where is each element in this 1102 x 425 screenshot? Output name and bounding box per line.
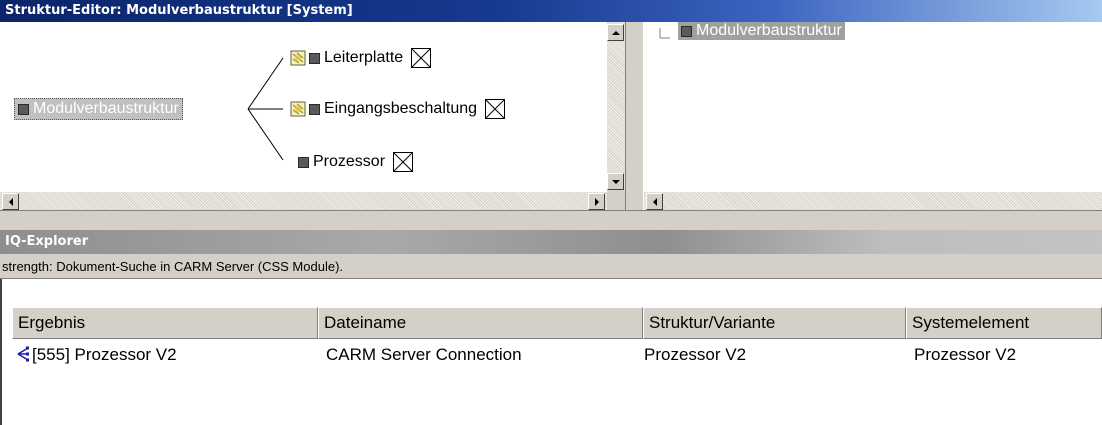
x-box-icon[interactable] [393, 152, 414, 172]
x-box-icon[interactable] [411, 48, 432, 68]
column-header-ergebnis[interactable]: Ergebnis [12, 307, 318, 339]
pane-splitter[interactable] [625, 22, 644, 228]
arrow-right-icon [594, 197, 599, 206]
document-icon [290, 101, 306, 117]
gray-square-icon [681, 25, 692, 37]
arrow-left-icon [8, 197, 13, 206]
list-item-label: Modulverbaustruktur [696, 22, 842, 39]
scroll-right-button[interactable] [588, 193, 605, 210]
column-header-dateiname[interactable]: Dateiname [318, 307, 643, 339]
column-header-systemelement[interactable]: Systemelement [906, 307, 1102, 339]
cell-systemelement[interactable]: Prozessor V2 [914, 342, 1100, 368]
arrow-down-icon [611, 179, 620, 184]
tree-node-prozessor[interactable]: Prozessor [298, 152, 414, 172]
column-header-struktur-variante[interactable]: Struktur/Variante [643, 307, 906, 339]
tree-hierarchy-icon [17, 346, 29, 362]
scroll-corner [607, 190, 625, 210]
list-horizontal-scrollbar[interactable] [644, 192, 1102, 210]
iq-explorer-title: IQ-Explorer [0, 230, 1102, 254]
tree-node-label: Leiterplatte [324, 49, 404, 66]
gray-square-icon [309, 52, 320, 64]
tree-node-eingangsbeschaltung[interactable]: Eingangsbeschaltung [290, 99, 506, 119]
tree-node-label: Prozessor [313, 153, 386, 170]
list-item-modulverbaustruktur[interactable]: Modulverbaustruktur [678, 22, 845, 40]
arrow-left-icon [652, 197, 657, 206]
tree-vertical-scrollbar[interactable] [607, 22, 625, 190]
arrow-up-icon [611, 30, 620, 35]
scroll-left-button[interactable] [646, 193, 663, 210]
tree-node-leiterplatte[interactable]: Leiterplatte [290, 48, 432, 68]
scroll-down-button[interactable] [607, 173, 624, 190]
tree-pane[interactable]: Modulverbaustruktur Leiterplatte Eingang… [0, 22, 625, 228]
tree-node-label: Eingangsbeschaltung [324, 100, 478, 117]
cell-dateiname[interactable]: CARM Server Connection [326, 342, 641, 368]
x-box-icon[interactable] [485, 99, 506, 119]
tree-horizontal-scrollbar[interactable] [0, 192, 607, 210]
pane-bottom-border [0, 210, 1102, 230]
connector-prozessor [247, 108, 284, 161]
search-status-text: strength: Dokument-Suche in CARM Server … [0, 254, 1102, 279]
cell-ergebnis[interactable]: [555] Prozessor V2 [32, 342, 316, 368]
tree-root-label: Modulverbaustruktur [33, 100, 179, 117]
connector-leiterplatte [247, 57, 284, 110]
scroll-left-button[interactable] [2, 193, 19, 210]
scroll-up-button[interactable] [607, 24, 624, 41]
document-icon [290, 50, 306, 66]
gray-square-icon [18, 103, 29, 115]
tree-root-node[interactable]: Modulverbaustruktur [14, 98, 183, 120]
cell-struktur-variante[interactable]: Prozessor V2 [644, 342, 904, 368]
tree-line-icon [659, 28, 670, 39]
list-pane[interactable]: Modulverbaustruktur [644, 22, 1102, 228]
gray-square-icon [309, 103, 320, 115]
gray-square-icon [298, 156, 309, 168]
structure-editor-title: Struktur-Editor: Modulverbaustruktur [Sy… [0, 0, 1102, 22]
